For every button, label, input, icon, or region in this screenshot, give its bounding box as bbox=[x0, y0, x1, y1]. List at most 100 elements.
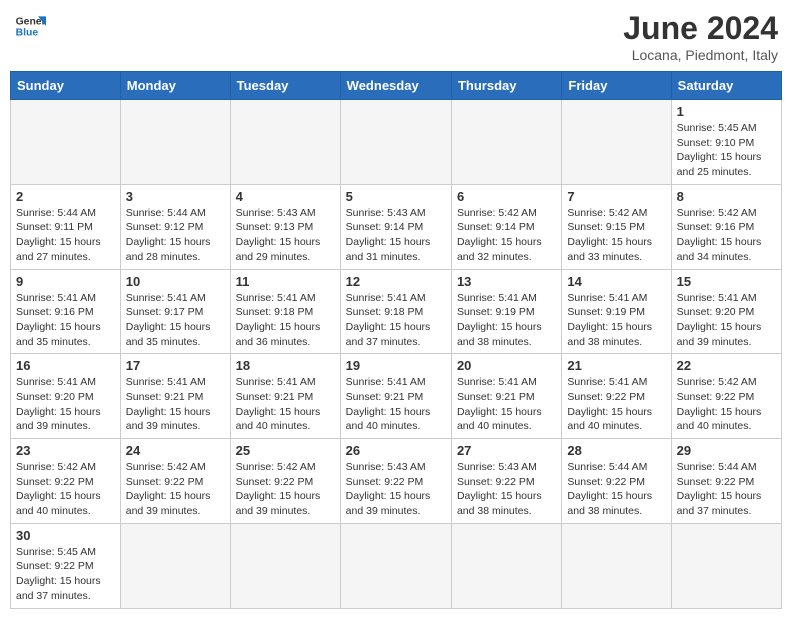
day-number: 22 bbox=[677, 358, 776, 373]
calendar-cell: 30 Sunrise: 5:45 AM Sunset: 9:22 PM Dayli… bbox=[11, 523, 121, 608]
day-info: Sunrise: 5:41 AM Sunset: 9:22 PM Dayligh… bbox=[567, 375, 665, 434]
day-info: Sunrise: 5:41 AM Sunset: 9:21 PM Dayligh… bbox=[457, 375, 556, 434]
calendar-cell: 10 Sunrise: 5:41 AM Sunset: 9:17 PM Dayli… bbox=[120, 269, 230, 354]
day-info: Sunrise: 5:41 AM Sunset: 9:19 PM Dayligh… bbox=[457, 291, 556, 350]
header-wednesday: Wednesday bbox=[340, 72, 451, 100]
day-info: Sunrise: 5:42 AM Sunset: 9:22 PM Dayligh… bbox=[677, 375, 776, 434]
day-number: 14 bbox=[567, 274, 665, 289]
calendar-cell bbox=[340, 523, 451, 608]
day-info: Sunrise: 5:41 AM Sunset: 9:21 PM Dayligh… bbox=[346, 375, 446, 434]
calendar-cell: 18Sunrise: 5:41 AM Sunset: 9:21 PM Dayli… bbox=[230, 354, 340, 439]
calendar-week-4: 23Sunrise: 5:42 AM Sunset: 9:22 PM Dayli… bbox=[11, 439, 782, 524]
day-number: 21 bbox=[567, 358, 665, 373]
calendar-cell: 16 Sunrise: 5:41 AM Sunset: 9:20 PM Dayli… bbox=[11, 354, 121, 439]
calendar-cell: 2 Sunrise: 5:44 AM Sunset: 9:11 PM Daylig… bbox=[11, 184, 121, 269]
svg-text:Blue: Blue bbox=[16, 28, 39, 39]
day-info: Sunrise: 5:41 AM Sunset: 9:20 PM Dayligh… bbox=[677, 291, 776, 350]
day-info: Sunrise: 5:43 AM Sunset: 9:22 PM Dayligh… bbox=[346, 460, 446, 519]
calendar-cell: 12Sunrise: 5:41 AM Sunset: 9:18 PM Dayli… bbox=[340, 269, 451, 354]
calendar-cell bbox=[230, 100, 340, 185]
calendar-cell: 24Sunrise: 5:42 AM Sunset: 9:22 PM Dayli… bbox=[120, 439, 230, 524]
calendar-cell: 28Sunrise: 5:44 AM Sunset: 9:22 PM Dayli… bbox=[562, 439, 671, 524]
day-info: Sunrise: 5:44 AM Sunset: 9:12 PM Dayligh… bbox=[126, 206, 225, 265]
calendar-week-0: 1Sunrise: 5:45 AM Sunset: 9:10 PM Daylig… bbox=[11, 100, 782, 185]
calendar-cell: 11 Sunrise: 5:41 AM Sunset: 9:18 PM Dayli… bbox=[230, 269, 340, 354]
day-number: 28 bbox=[567, 443, 665, 458]
calendar-header-row: Sunday Monday Tuesday Wednesday Thursday… bbox=[11, 72, 782, 100]
calendar-cell: 13Sunrise: 5:41 AM Sunset: 9:19 PM Dayli… bbox=[451, 269, 561, 354]
day-number: 29 bbox=[677, 443, 776, 458]
day-number: 24 bbox=[126, 443, 225, 458]
calendar-cell: 6 Sunrise: 5:42 AM Sunset: 9:14 PM Daylig… bbox=[451, 184, 561, 269]
calendar-cell bbox=[11, 100, 121, 185]
day-info: Sunrise: 5:44 AM Sunset: 9:11 PM Dayligh… bbox=[16, 206, 115, 265]
day-info: Sunrise: 5:41 AM Sunset: 9:21 PM Dayligh… bbox=[126, 375, 225, 434]
day-number: 4 bbox=[236, 189, 335, 204]
day-info: Sunrise: 5:41 AM Sunset: 9:16 PM Dayligh… bbox=[16, 291, 115, 350]
calendar-cell: 4 Sunrise: 5:43 AM Sunset: 9:13 PM Daylig… bbox=[230, 184, 340, 269]
day-number: 27 bbox=[457, 443, 556, 458]
calendar-cell: 20Sunrise: 5:41 AM Sunset: 9:21 PM Dayli… bbox=[451, 354, 561, 439]
header-saturday: Saturday bbox=[671, 72, 781, 100]
calendar-week-2: 9 Sunrise: 5:41 AM Sunset: 9:16 PM Daylig… bbox=[11, 269, 782, 354]
month-title: June 2024 bbox=[623, 10, 778, 47]
header-tuesday: Tuesday bbox=[230, 72, 340, 100]
calendar-cell: 27 Sunrise: 5:43 AM Sunset: 9:22 PM Dayli… bbox=[451, 439, 561, 524]
calendar-cell bbox=[230, 523, 340, 608]
calendar-cell bbox=[451, 100, 561, 185]
day-number: 3 bbox=[126, 189, 225, 204]
calendar-cell bbox=[340, 100, 451, 185]
calendar-cell: 15Sunrise: 5:41 AM Sunset: 9:20 PM Dayli… bbox=[671, 269, 781, 354]
day-number: 17 bbox=[126, 358, 225, 373]
calendar-cell: 29Sunrise: 5:44 AM Sunset: 9:22 PM Dayli… bbox=[671, 439, 781, 524]
day-number: 6 bbox=[457, 189, 556, 204]
calendar-cell: 17 Sunrise: 5:41 AM Sunset: 9:21 PM Dayli… bbox=[120, 354, 230, 439]
calendar-cell bbox=[120, 523, 230, 608]
day-info: Sunrise: 5:42 AM Sunset: 9:16 PM Dayligh… bbox=[677, 206, 776, 265]
day-number: 30 bbox=[16, 528, 115, 543]
day-info: Sunrise: 5:45 AM Sunset: 9:10 PM Dayligh… bbox=[677, 121, 776, 180]
calendar-table: Sunday Monday Tuesday Wednesday Thursday… bbox=[10, 71, 782, 609]
day-info: Sunrise: 5:42 AM Sunset: 9:22 PM Dayligh… bbox=[16, 460, 115, 519]
day-number: 26 bbox=[346, 443, 446, 458]
calendar-week-3: 16 Sunrise: 5:41 AM Sunset: 9:20 PM Dayli… bbox=[11, 354, 782, 439]
day-info: Sunrise: 5:41 AM Sunset: 9:18 PM Dayligh… bbox=[236, 291, 335, 350]
day-number: 16 bbox=[16, 358, 115, 373]
day-number: 2 bbox=[16, 189, 115, 204]
calendar-cell: 5 Sunrise: 5:43 AM Sunset: 9:14 PM Daylig… bbox=[340, 184, 451, 269]
logo: General Blue bbox=[14, 10, 46, 42]
calendar-week-5: 30 Sunrise: 5:45 AM Sunset: 9:22 PM Dayli… bbox=[11, 523, 782, 608]
day-number: 25 bbox=[236, 443, 335, 458]
calendar-week-1: 2 Sunrise: 5:44 AM Sunset: 9:11 PM Daylig… bbox=[11, 184, 782, 269]
day-number: 5 bbox=[346, 189, 446, 204]
day-number: 19 bbox=[346, 358, 446, 373]
logo-icon: General Blue bbox=[14, 10, 46, 42]
day-info: Sunrise: 5:41 AM Sunset: 9:17 PM Dayligh… bbox=[126, 291, 225, 350]
calendar-cell: 7Sunrise: 5:42 AM Sunset: 9:15 PM Daylig… bbox=[562, 184, 671, 269]
header-friday: Friday bbox=[562, 72, 671, 100]
day-number: 9 bbox=[16, 274, 115, 289]
calendar-cell bbox=[671, 523, 781, 608]
day-info: Sunrise: 5:42 AM Sunset: 9:14 PM Dayligh… bbox=[457, 206, 556, 265]
day-info: Sunrise: 5:43 AM Sunset: 9:14 PM Dayligh… bbox=[346, 206, 446, 265]
calendar-cell: 19 Sunrise: 5:41 AM Sunset: 9:21 PM Dayli… bbox=[340, 354, 451, 439]
calendar-cell bbox=[562, 100, 671, 185]
day-info: Sunrise: 5:41 AM Sunset: 9:20 PM Dayligh… bbox=[16, 375, 115, 434]
day-info: Sunrise: 5:43 AM Sunset: 9:22 PM Dayligh… bbox=[457, 460, 556, 519]
calendar-cell: 3 Sunrise: 5:44 AM Sunset: 9:12 PM Daylig… bbox=[120, 184, 230, 269]
title-block: June 2024 Locana, Piedmont, Italy bbox=[623, 10, 778, 63]
calendar-cell: 22 Sunrise: 5:42 AM Sunset: 9:22 PM Dayli… bbox=[671, 354, 781, 439]
day-info: Sunrise: 5:41 AM Sunset: 9:19 PM Dayligh… bbox=[567, 291, 665, 350]
calendar-cell: 23Sunrise: 5:42 AM Sunset: 9:22 PM Dayli… bbox=[11, 439, 121, 524]
day-info: Sunrise: 5:41 AM Sunset: 9:18 PM Dayligh… bbox=[346, 291, 446, 350]
day-number: 11 bbox=[236, 274, 335, 289]
day-number: 10 bbox=[126, 274, 225, 289]
day-info: Sunrise: 5:42 AM Sunset: 9:22 PM Dayligh… bbox=[236, 460, 335, 519]
header-monday: Monday bbox=[120, 72, 230, 100]
calendar-cell: 1Sunrise: 5:45 AM Sunset: 9:10 PM Daylig… bbox=[671, 100, 781, 185]
calendar-cell bbox=[120, 100, 230, 185]
day-number: 8 bbox=[677, 189, 776, 204]
day-info: Sunrise: 5:43 AM Sunset: 9:13 PM Dayligh… bbox=[236, 206, 335, 265]
day-info: Sunrise: 5:45 AM Sunset: 9:22 PM Dayligh… bbox=[16, 545, 115, 604]
day-info: Sunrise: 5:41 AM Sunset: 9:21 PM Dayligh… bbox=[236, 375, 335, 434]
